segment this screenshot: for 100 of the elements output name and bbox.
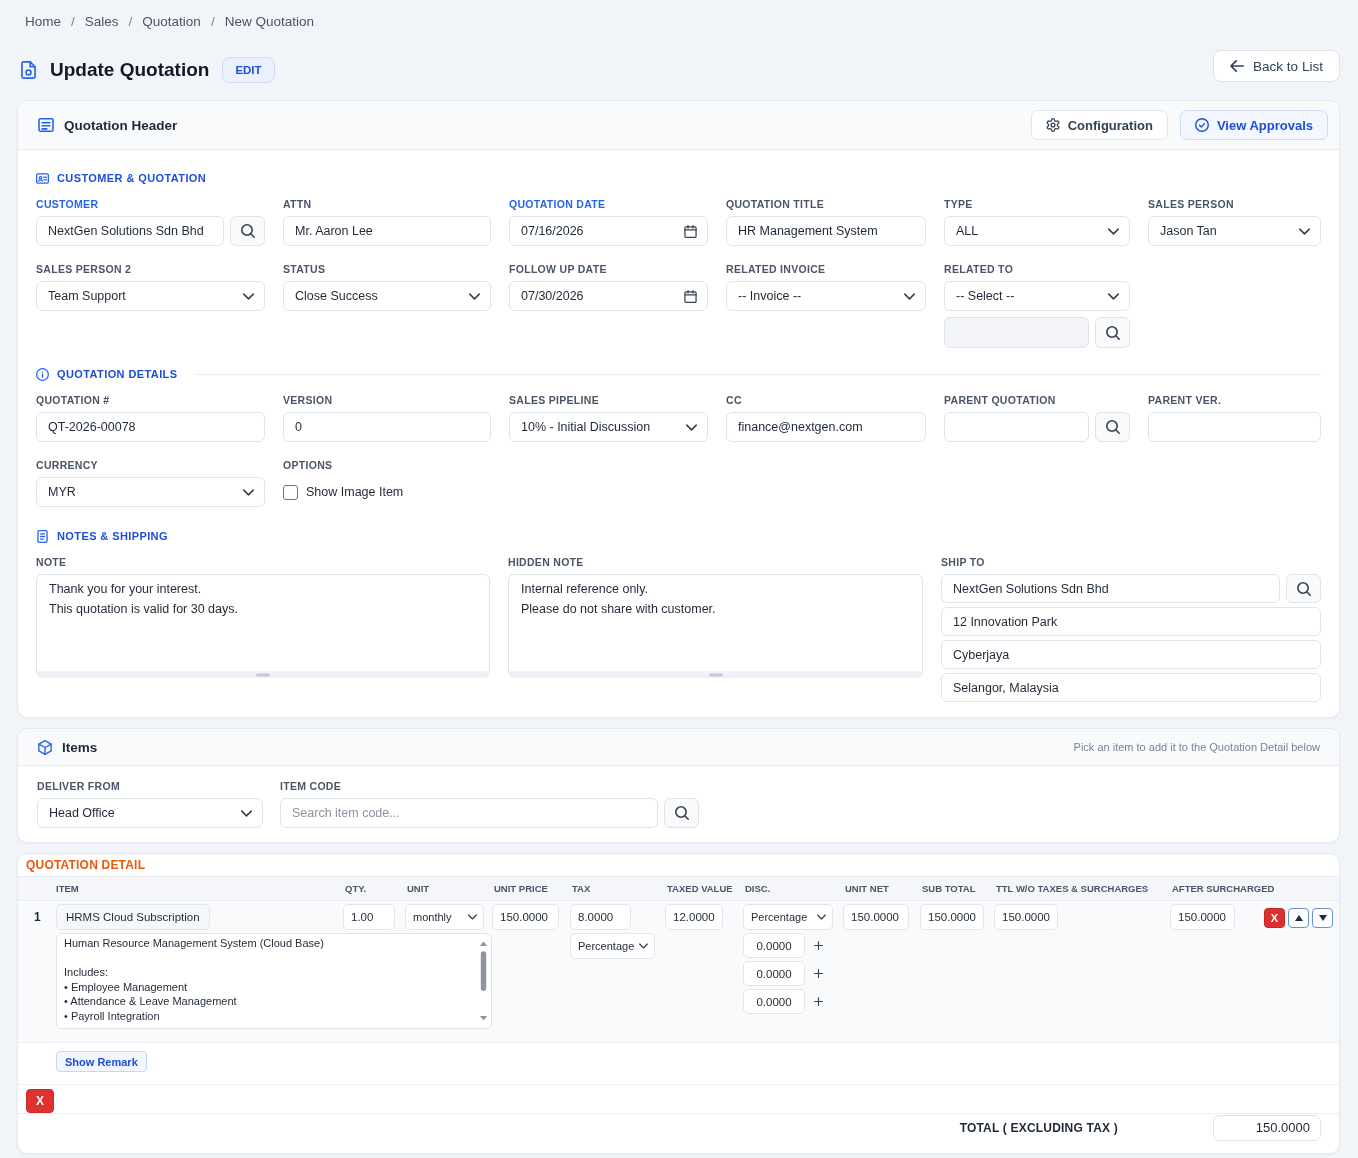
field-label: FOLLOW UP DATE bbox=[509, 263, 608, 275]
field-label: CURRENCY bbox=[36, 459, 99, 471]
plus-icon[interactable] bbox=[814, 941, 823, 950]
delete-row-button[interactable]: X bbox=[1264, 908, 1285, 928]
field-label: PARENT VER. bbox=[1148, 394, 1223, 406]
quantity-field[interactable]: 1.00 bbox=[343, 904, 395, 930]
unit-net-field[interactable]: 150.0000 bbox=[843, 904, 909, 930]
text-field[interactable]: HR Management System bbox=[726, 216, 926, 246]
date-field[interactable]: 07/16/2026 bbox=[509, 216, 708, 246]
plus-icon[interactable] bbox=[814, 969, 823, 978]
search-button[interactable] bbox=[664, 798, 699, 828]
search-icon bbox=[674, 806, 689, 820]
move-up-button[interactable] bbox=[1288, 908, 1309, 928]
text-field[interactable]: QT-2026-00078 bbox=[36, 412, 265, 442]
total-label: TOTAL ( EXCLUDING TAX ) bbox=[959, 1120, 1118, 1135]
search-button[interactable] bbox=[230, 216, 265, 246]
search-icon bbox=[1105, 325, 1120, 340]
text-field[interactable]: 0 bbox=[283, 412, 491, 442]
dropdown[interactable]: Team Support bbox=[36, 281, 265, 311]
search-button[interactable] bbox=[1286, 574, 1321, 603]
tax-type-dropdown[interactable]: Percentage bbox=[570, 933, 655, 959]
field-label: ATTN bbox=[283, 198, 313, 210]
discount-field[interactable]: 0.0000 bbox=[743, 961, 805, 986]
unit-dropdown[interactable]: monthly bbox=[405, 904, 484, 930]
field-label: TYPE bbox=[944, 198, 974, 210]
breadcrumb-link[interactable]: Quotation bbox=[142, 14, 201, 30]
dropdown[interactable]: MYR bbox=[36, 477, 265, 507]
dropdown[interactable]: Close Success bbox=[283, 281, 491, 311]
text-field[interactable]: finance@nextgen.com bbox=[726, 412, 926, 442]
chevron-down-icon bbox=[1299, 227, 1310, 235]
breadcrumb-link[interactable]: Home bbox=[25, 14, 61, 30]
text-area[interactable]: Internal reference only. Please do not share with customer. bbox=[508, 574, 923, 678]
column-header: TTL W/O TAXES & SURCHARGES bbox=[995, 882, 1150, 895]
field-label: NOTE bbox=[36, 556, 68, 568]
resize-handle-icon[interactable] bbox=[708, 672, 723, 677]
text-area[interactable]: Thank you for your interest. This quotation is valid for 30 days. bbox=[36, 574, 490, 678]
discount-field[interactable]: 0.0000 bbox=[743, 933, 805, 958]
discount-field[interactable]: 0.0000 bbox=[743, 989, 805, 1014]
checkbox-label[interactable]: Show Image Item bbox=[306, 485, 404, 499]
date-field[interactable]: 07/30/2026 bbox=[509, 281, 708, 311]
id-card-icon bbox=[36, 171, 49, 185]
column-header: UNIT NET bbox=[844, 882, 890, 895]
address-field[interactable]: NextGen Solutions Sdn Bhd bbox=[941, 574, 1280, 603]
item-field[interactable]: HRMS Cloud Subscription bbox=[56, 904, 210, 930]
row-number: 1 bbox=[33, 909, 42, 924]
column-header: UNIT PRICE bbox=[493, 882, 549, 895]
back-button[interactable]: Back to List bbox=[1213, 50, 1340, 82]
unit-price-field[interactable]: 150.0000 bbox=[492, 904, 559, 930]
show-remark-button[interactable]: Show Remark bbox=[56, 1051, 147, 1072]
dropdown[interactable]: 10% - Initial Discussion bbox=[509, 412, 708, 442]
triangle-up-icon bbox=[1294, 915, 1303, 921]
column-header: UNIT bbox=[406, 882, 431, 895]
calendar-icon[interactable] bbox=[684, 224, 697, 238]
chevron-down-icon bbox=[1108, 292, 1119, 300]
remove-button[interactable]: X bbox=[26, 1089, 54, 1113]
address-field[interactable]: 12 Innovation Park bbox=[941, 607, 1321, 636]
page-title: Update Quotation bbox=[50, 58, 210, 82]
lookup-field[interactable] bbox=[944, 412, 1089, 442]
column-header: SUB TOTAL bbox=[921, 882, 977, 895]
dropdown[interactable]: Jason Tan bbox=[1148, 216, 1321, 246]
discount-type-dropdown[interactable]: Percentage bbox=[743, 904, 833, 930]
field-label: CC bbox=[726, 394, 743, 406]
taxed-value-field[interactable]: 12.0000 bbox=[665, 904, 723, 930]
calendar-icon[interactable] bbox=[684, 289, 697, 303]
description-field[interactable]: Human Resource Management System (Cloud Base) Includes: • Employee Management • Attendance & Leave Management • Payroll Integration bbox=[56, 933, 492, 1029]
card-title: QUOTATION DETAIL bbox=[25, 857, 147, 874]
total-field[interactable]: 150.0000 bbox=[994, 904, 1058, 930]
breadcrumb-separator: / bbox=[71, 14, 75, 30]
tax-field[interactable]: 8.0000 bbox=[570, 904, 631, 930]
text-field[interactable] bbox=[1148, 412, 1321, 442]
breadcrumb-link[interactable]: Sales bbox=[84, 14, 119, 30]
box-icon bbox=[38, 739, 52, 755]
plus-icon[interactable] bbox=[814, 997, 823, 1006]
check-circle-icon bbox=[1194, 118, 1209, 132]
dropdown[interactable]: ALL bbox=[944, 216, 1130, 246]
after-surcharged-field[interactable]: 150.0000 bbox=[1170, 904, 1235, 930]
chevron-down-icon bbox=[469, 292, 480, 300]
section-heading: NOTES & SHIPPING bbox=[57, 530, 168, 542]
view-approvals-button[interactable]: View Approvals bbox=[1179, 110, 1328, 140]
address-field[interactable]: Selangor, Malaysia bbox=[941, 673, 1321, 702]
field-label: OPTIONS bbox=[283, 459, 334, 471]
move-down-button[interactable] bbox=[1312, 908, 1333, 928]
arrow-left-icon bbox=[1230, 60, 1245, 72]
dropdown[interactable]: Head Office bbox=[37, 798, 263, 828]
checkbox[interactable] bbox=[283, 484, 298, 500]
field-label: SALES PERSON 2 bbox=[36, 263, 133, 275]
total-field[interactable]: 150.0000 bbox=[1213, 1114, 1321, 1141]
configuration-button[interactable]: Configuration bbox=[1030, 110, 1168, 140]
dropdown[interactable]: -- Invoice -- bbox=[726, 281, 926, 311]
text-field[interactable]: Mr. Aaron Lee bbox=[283, 216, 491, 246]
resize-handle-icon[interactable] bbox=[256, 672, 270, 677]
search-button[interactable] bbox=[1095, 412, 1130, 442]
sub-total-field[interactable]: 150.0000 bbox=[920, 904, 984, 930]
search-button[interactable] bbox=[1095, 317, 1130, 348]
lookup-field[interactable]: NextGen Solutions Sdn Bhd bbox=[36, 216, 224, 246]
column-header: ITEM bbox=[56, 882, 80, 895]
field-label: ITEM CODE bbox=[280, 780, 343, 792]
field-label: VERSION bbox=[283, 394, 334, 406]
address-field[interactable]: Cyberjaya bbox=[941, 640, 1321, 669]
field-label: RELATED TO bbox=[944, 263, 1015, 275]
